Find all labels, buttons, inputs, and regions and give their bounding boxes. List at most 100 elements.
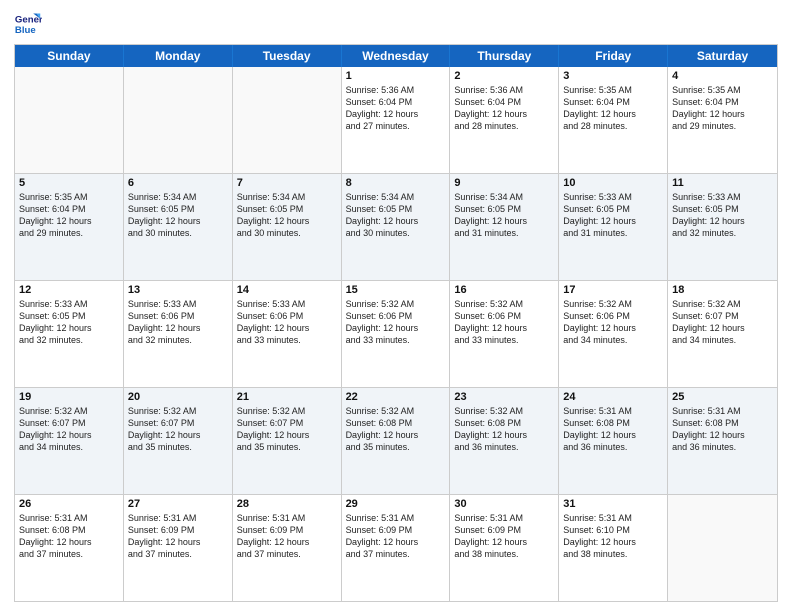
- calendar-page: General Blue SundayMondayTuesdayWednesda…: [0, 0, 792, 612]
- cell-info: Sunrise: 5:36 AM Sunset: 6:04 PM Dayligh…: [454, 84, 554, 133]
- logo-icon: General Blue: [14, 10, 42, 38]
- day-number: 18: [672, 284, 773, 296]
- calendar-cell: 1 Sunrise: 5:36 AM Sunset: 6:04 PM Daylig…: [342, 67, 451, 173]
- calendar-cell: 7Sunrise: 5:34 AM Sunset: 6:05 PM Daylig…: [233, 174, 342, 280]
- calendar-cell: 21 Sunrise: 5:32 AM Sunset: 6:07 PM Dayli…: [233, 388, 342, 494]
- cell-info: Sunrise: 5:35 AM Sunset: 6:04 PM Dayligh…: [563, 84, 663, 133]
- day-number: 1: [346, 70, 446, 82]
- cell-info: Sunrise: 5:34 AM Sunset: 6:05 PM Dayligh…: [128, 191, 228, 240]
- calendar-header: SundayMondayTuesdayWednesdayThursdayFrid…: [15, 45, 777, 67]
- cell-info: Sunrise: 5:33 AM Sunset: 6:05 PM Dayligh…: [563, 191, 663, 240]
- day-number: 23: [454, 391, 554, 403]
- calendar-cell: 3Sunrise: 5:35 AM Sunset: 6:04 PM Daylig…: [559, 67, 668, 173]
- cell-info: Sunrise: 5:32 AM Sunset: 6:08 PM Dayligh…: [346, 405, 446, 454]
- header-day: Monday: [124, 45, 233, 67]
- calendar-cell: 24 Sunrise: 5:31 AM Sunset: 6:08 PM Dayli…: [559, 388, 668, 494]
- calendar-cell: [233, 67, 342, 173]
- day-number: 10: [563, 177, 663, 189]
- day-number: 5: [19, 177, 119, 189]
- day-number: 29: [346, 498, 446, 510]
- calendar-cell: 28Sunrise: 5:31 AM Sunset: 6:09 PM Dayli…: [233, 495, 342, 601]
- day-number: 30: [454, 498, 554, 510]
- day-number: 4: [672, 70, 773, 82]
- cell-info: Sunrise: 5:34 AM Sunset: 6:05 PM Dayligh…: [454, 191, 554, 240]
- cell-info: Sunrise: 5:32 AM Sunset: 6:07 PM Dayligh…: [237, 405, 337, 454]
- calendar-week: 12 Sunrise: 5:33 AM Sunset: 6:05 PM Dayli…: [15, 281, 777, 388]
- calendar-cell: 25Sunrise: 5:31 AM Sunset: 6:08 PM Dayli…: [668, 388, 777, 494]
- cell-info: Sunrise: 5:31 AM Sunset: 6:09 PM Dayligh…: [454, 512, 554, 561]
- cell-info: Sunrise: 5:31 AM Sunset: 6:09 PM Dayligh…: [346, 512, 446, 561]
- header-day: Sunday: [15, 45, 124, 67]
- header-day: Thursday: [450, 45, 559, 67]
- calendar-cell: 31Sunrise: 5:31 AM Sunset: 6:10 PM Dayli…: [559, 495, 668, 601]
- calendar-cell: [15, 67, 124, 173]
- calendar-cell: 10 Sunrise: 5:33 AM Sunset: 6:05 PM Dayli…: [559, 174, 668, 280]
- cell-info: Sunrise: 5:32 AM Sunset: 6:07 PM Dayligh…: [19, 405, 119, 454]
- calendar-cell: 2 Sunrise: 5:36 AM Sunset: 6:04 PM Daylig…: [450, 67, 559, 173]
- calendar-cell: 17Sunrise: 5:32 AM Sunset: 6:06 PM Dayli…: [559, 281, 668, 387]
- day-number: 6: [128, 177, 228, 189]
- cell-info: Sunrise: 5:32 AM Sunset: 6:07 PM Dayligh…: [672, 298, 773, 347]
- cell-info: Sunrise: 5:35 AM Sunset: 6:04 PM Dayligh…: [19, 191, 119, 240]
- calendar-cell: 23 Sunrise: 5:32 AM Sunset: 6:08 PM Dayli…: [450, 388, 559, 494]
- day-number: 27: [128, 498, 228, 510]
- calendar-cell: 12 Sunrise: 5:33 AM Sunset: 6:05 PM Dayli…: [15, 281, 124, 387]
- calendar-cell: 6 Sunrise: 5:34 AM Sunset: 6:05 PM Daylig…: [124, 174, 233, 280]
- day-number: 14: [237, 284, 337, 296]
- cell-info: Sunrise: 5:31 AM Sunset: 6:08 PM Dayligh…: [563, 405, 663, 454]
- calendar-week: 19 Sunrise: 5:32 AM Sunset: 6:07 PM Dayli…: [15, 388, 777, 495]
- calendar-cell: 14 Sunrise: 5:33 AM Sunset: 6:06 PM Dayli…: [233, 281, 342, 387]
- day-number: 20: [128, 391, 228, 403]
- day-number: 24: [563, 391, 663, 403]
- header: General Blue: [14, 10, 778, 38]
- cell-info: Sunrise: 5:32 AM Sunset: 6:06 PM Dayligh…: [454, 298, 554, 347]
- day-number: 8: [346, 177, 446, 189]
- calendar-week: 26Sunrise: 5:31 AM Sunset: 6:08 PM Dayli…: [15, 495, 777, 601]
- logo: General Blue: [14, 10, 42, 38]
- day-number: 21: [237, 391, 337, 403]
- calendar-cell: 11Sunrise: 5:33 AM Sunset: 6:05 PM Dayli…: [668, 174, 777, 280]
- calendar-cell: 16 Sunrise: 5:32 AM Sunset: 6:06 PM Dayli…: [450, 281, 559, 387]
- calendar-cell: 5 Sunrise: 5:35 AM Sunset: 6:04 PM Daylig…: [15, 174, 124, 280]
- calendar: SundayMondayTuesdayWednesdayThursdayFrid…: [14, 44, 778, 602]
- cell-info: Sunrise: 5:32 AM Sunset: 6:06 PM Dayligh…: [563, 298, 663, 347]
- cell-info: Sunrise: 5:33 AM Sunset: 6:06 PM Dayligh…: [128, 298, 228, 347]
- cell-info: Sunrise: 5:31 AM Sunset: 6:09 PM Dayligh…: [128, 512, 228, 561]
- day-number: 15: [346, 284, 446, 296]
- calendar-cell: 9 Sunrise: 5:34 AM Sunset: 6:05 PM Daylig…: [450, 174, 559, 280]
- cell-info: Sunrise: 5:32 AM Sunset: 6:06 PM Dayligh…: [346, 298, 446, 347]
- cell-info: Sunrise: 5:33 AM Sunset: 6:05 PM Dayligh…: [19, 298, 119, 347]
- cell-info: Sunrise: 5:31 AM Sunset: 6:10 PM Dayligh…: [563, 512, 663, 561]
- calendar-cell: 19 Sunrise: 5:32 AM Sunset: 6:07 PM Dayli…: [15, 388, 124, 494]
- day-number: 22: [346, 391, 446, 403]
- calendar-cell: 18 Sunrise: 5:32 AM Sunset: 6:07 PM Dayli…: [668, 281, 777, 387]
- header-day: Saturday: [668, 45, 777, 67]
- cell-info: Sunrise: 5:33 AM Sunset: 6:06 PM Dayligh…: [237, 298, 337, 347]
- calendar-cell: 15 Sunrise: 5:32 AM Sunset: 6:06 PM Dayli…: [342, 281, 451, 387]
- cell-info: Sunrise: 5:32 AM Sunset: 6:07 PM Dayligh…: [128, 405, 228, 454]
- calendar-week: 5 Sunrise: 5:35 AM Sunset: 6:04 PM Daylig…: [15, 174, 777, 281]
- day-number: 2: [454, 70, 554, 82]
- day-number: 25: [672, 391, 773, 403]
- cell-info: Sunrise: 5:31 AM Sunset: 6:09 PM Dayligh…: [237, 512, 337, 561]
- calendar-cell: 13 Sunrise: 5:33 AM Sunset: 6:06 PM Dayli…: [124, 281, 233, 387]
- cell-info: Sunrise: 5:34 AM Sunset: 6:05 PM Dayligh…: [237, 191, 337, 240]
- calendar-cell: 20 Sunrise: 5:32 AM Sunset: 6:07 PM Dayli…: [124, 388, 233, 494]
- calendar-week: 1 Sunrise: 5:36 AM Sunset: 6:04 PM Daylig…: [15, 67, 777, 174]
- calendar-cell: 26Sunrise: 5:31 AM Sunset: 6:08 PM Dayli…: [15, 495, 124, 601]
- day-number: 19: [19, 391, 119, 403]
- header-day: Friday: [559, 45, 668, 67]
- day-number: 9: [454, 177, 554, 189]
- cell-info: Sunrise: 5:36 AM Sunset: 6:04 PM Dayligh…: [346, 84, 446, 133]
- day-number: 12: [19, 284, 119, 296]
- calendar-cell: 22 Sunrise: 5:32 AM Sunset: 6:08 PM Dayli…: [342, 388, 451, 494]
- calendar-cell: 27 Sunrise: 5:31 AM Sunset: 6:09 PM Dayli…: [124, 495, 233, 601]
- day-number: 16: [454, 284, 554, 296]
- calendar-cell: 4Sunrise: 5:35 AM Sunset: 6:04 PM Daylig…: [668, 67, 777, 173]
- cell-info: Sunrise: 5:32 AM Sunset: 6:08 PM Dayligh…: [454, 405, 554, 454]
- header-day: Wednesday: [342, 45, 451, 67]
- day-number: 11: [672, 177, 773, 189]
- day-number: 13: [128, 284, 228, 296]
- calendar-cell: 29 Sunrise: 5:31 AM Sunset: 6:09 PM Dayli…: [342, 495, 451, 601]
- day-number: 26: [19, 498, 119, 510]
